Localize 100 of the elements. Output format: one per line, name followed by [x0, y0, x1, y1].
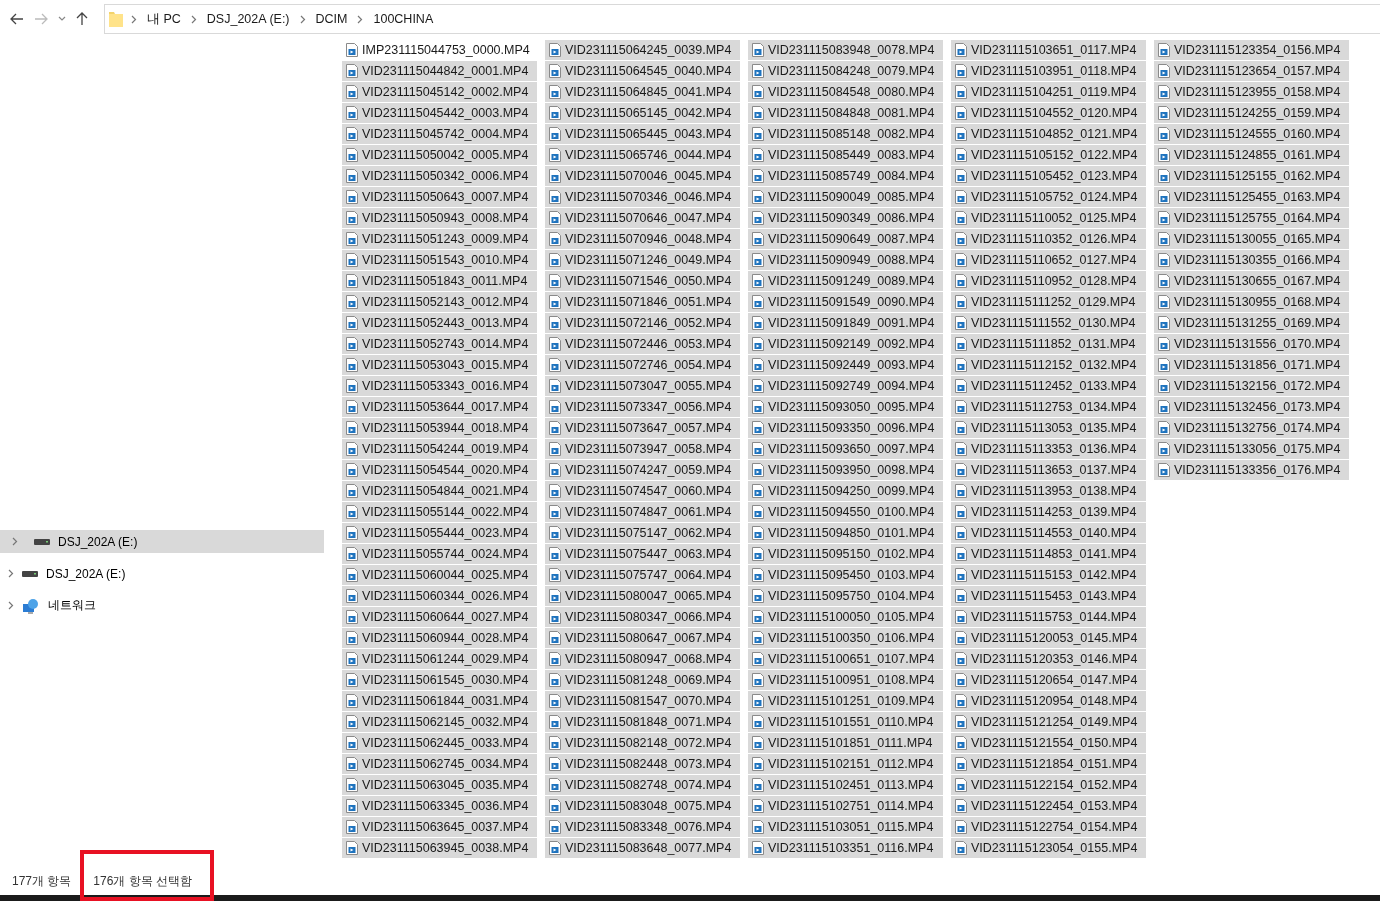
file-item[interactable]: VID231115113953_0138.MP4 [951, 481, 1146, 501]
file-item[interactable]: VID231115125155_0162.MP4 [1154, 166, 1349, 186]
file-item[interactable]: VID231115121254_0149.MP4 [951, 712, 1146, 732]
file-item[interactable]: VID231115131856_0171.MP4 [1154, 355, 1349, 375]
file-item[interactable]: VID231115125455_0163.MP4 [1154, 187, 1349, 207]
file-item[interactable]: VID231115074547_0060.MP4 [545, 481, 740, 501]
file-item[interactable]: VID231115083348_0076.MP4 [545, 817, 740, 837]
file-item[interactable]: VID231115091849_0091.MP4 [748, 313, 943, 333]
file-item[interactable]: VID231115060944_0028.MP4 [342, 628, 537, 648]
file-item[interactable]: VID231115085148_0082.MP4 [748, 124, 943, 144]
file-item[interactable]: VID231115130655_0167.MP4 [1154, 271, 1349, 291]
file-item[interactable]: VID231115090649_0087.MP4 [748, 229, 943, 249]
file-item[interactable]: VID231115092749_0094.MP4 [748, 376, 943, 396]
file-item[interactable]: VID231115065746_0044.MP4 [545, 145, 740, 165]
file-item[interactable]: VID231115061244_0029.MP4 [342, 649, 537, 669]
file-item[interactable]: VID231115102151_0112.MP4 [748, 754, 943, 774]
file-item[interactable]: VID231115084848_0081.MP4 [748, 103, 943, 123]
file-item[interactable]: VID231115115153_0142.MP4 [951, 565, 1146, 585]
file-item[interactable]: VID231115073647_0057.MP4 [545, 418, 740, 438]
file-item[interactable]: VID231115045742_0004.MP4 [342, 124, 537, 144]
file-item[interactable]: VID231115064845_0041.MP4 [545, 82, 740, 102]
file-item[interactable]: VID231115083648_0077.MP4 [545, 838, 740, 858]
file-item[interactable]: VID231115060044_0025.MP4 [342, 565, 537, 585]
file-item[interactable]: VID231115044842_0001.MP4 [342, 61, 537, 81]
file-item[interactable]: VID231115052143_0012.MP4 [342, 292, 537, 312]
file-item[interactable]: VID231115103951_0118.MP4 [951, 61, 1146, 81]
file-item[interactable]: VID231115062145_0032.MP4 [342, 712, 537, 732]
file-item[interactable]: VID231115103351_0116.MP4 [748, 838, 943, 858]
file-item[interactable]: VID231115045142_0002.MP4 [342, 82, 537, 102]
file-item[interactable]: VID231115105752_0124.MP4 [951, 187, 1146, 207]
file-item[interactable]: VID231115111852_0131.MP4 [951, 334, 1146, 354]
file-item[interactable]: VID231115132156_0172.MP4 [1154, 376, 1349, 396]
file-item[interactable]: VID231115115753_0144.MP4 [951, 607, 1146, 627]
file-item[interactable]: VID231115082148_0072.MP4 [545, 733, 740, 753]
file-item[interactable]: VID231115113053_0135.MP4 [951, 418, 1146, 438]
file-item[interactable]: VID231115095150_0102.MP4 [748, 544, 943, 564]
file-item[interactable]: VID231115110952_0128.MP4 [951, 271, 1146, 291]
file-item[interactable]: VID231115083048_0075.MP4 [545, 796, 740, 816]
file-item[interactable]: VID231115100350_0106.MP4 [748, 628, 943, 648]
file-item[interactable]: VID231115124555_0160.MP4 [1154, 124, 1349, 144]
file-item[interactable]: VID231115050042_0005.MP4 [342, 145, 537, 165]
breadcrumb-item[interactable]: DSJ_202A (E:) [204, 12, 292, 26]
navigation-item[interactable]: DSJ_202A (E:) [0, 562, 324, 585]
file-item[interactable]: VID231115104552_0120.MP4 [951, 103, 1146, 123]
file-item[interactable]: VID231115092149_0092.MP4 [748, 334, 943, 354]
file-item[interactable]: VID231115063945_0038.MP4 [342, 838, 537, 858]
file-item[interactable]: VID231115100651_0107.MP4 [748, 649, 943, 669]
address-bar[interactable]: 내 PC DSJ_202A (E:) DCIM 100CHINA [104, 4, 1380, 34]
file-item[interactable]: VID231115053644_0017.MP4 [342, 397, 537, 417]
file-item[interactable]: VID231115120654_0147.MP4 [951, 670, 1146, 690]
file-item[interactable]: VID231115093050_0095.MP4 [748, 397, 943, 417]
file-item[interactable]: VID231115090349_0086.MP4 [748, 208, 943, 228]
file-item[interactable]: VID231115124855_0161.MP4 [1154, 145, 1349, 165]
file-item[interactable]: VID231115095450_0103.MP4 [748, 565, 943, 585]
file-item[interactable]: VID231115073947_0058.MP4 [545, 439, 740, 459]
file-item[interactable]: VID231115063645_0037.MP4 [342, 817, 537, 837]
file-item[interactable]: VID231115060344_0026.MP4 [342, 586, 537, 606]
file-item[interactable]: VID231115124255_0159.MP4 [1154, 103, 1349, 123]
file-item[interactable]: VID231115101851_0111.MP4 [748, 733, 943, 753]
file-item[interactable]: VID231115120954_0148.MP4 [951, 691, 1146, 711]
file-item[interactable]: VID231115073347_0056.MP4 [545, 397, 740, 417]
file-item[interactable]: VID231115072446_0053.MP4 [545, 334, 740, 354]
file-item[interactable]: VID231115105452_0123.MP4 [951, 166, 1146, 186]
file-item[interactable]: VID231115101251_0109.MP4 [748, 691, 943, 711]
file-item[interactable]: VID231115090049_0085.MP4 [748, 187, 943, 207]
file-item[interactable]: VID231115053043_0015.MP4 [342, 355, 537, 375]
file-item[interactable]: VID231115115453_0143.MP4 [951, 586, 1146, 606]
file-item[interactable]: VID231115072146_0052.MP4 [545, 313, 740, 333]
file-item[interactable]: VID231115095750_0104.MP4 [748, 586, 943, 606]
file-item[interactable]: VID231115122454_0153.MP4 [951, 796, 1146, 816]
file-item[interactable]: VID231115052443_0013.MP4 [342, 313, 537, 333]
file-item[interactable]: VID231115113653_0137.MP4 [951, 460, 1146, 480]
file-item[interactable]: VID231115065145_0042.MP4 [545, 103, 740, 123]
file-item[interactable]: VID231115120353_0146.MP4 [951, 649, 1146, 669]
file-item[interactable]: VID231115123054_0155.MP4 [951, 838, 1146, 858]
breadcrumb-item[interactable]: DCIM [313, 12, 350, 26]
file-item[interactable]: VID231115050943_0008.MP4 [342, 208, 537, 228]
up-button[interactable] [74, 10, 90, 28]
file-item[interactable]: VID231115091249_0089.MP4 [748, 271, 943, 291]
navigation-item[interactable]: 네트워크 [0, 594, 324, 617]
file-item[interactable]: VID231115045442_0003.MP4 [342, 103, 537, 123]
file-item[interactable]: VID231115093950_0098.MP4 [748, 460, 943, 480]
file-item[interactable]: VID231115074847_0061.MP4 [545, 502, 740, 522]
file-item[interactable]: VID231115110052_0125.MP4 [951, 208, 1146, 228]
file-item[interactable]: VID231115104251_0119.MP4 [951, 82, 1146, 102]
file-item[interactable]: VID231115084548_0080.MP4 [748, 82, 943, 102]
file-item[interactable]: VID231115080647_0067.MP4 [545, 628, 740, 648]
file-item[interactable]: VID231115063045_0035.MP4 [342, 775, 537, 795]
file-item[interactable]: VID231115055444_0023.MP4 [342, 523, 537, 543]
file-item[interactable]: VID231115081248_0069.MP4 [545, 670, 740, 690]
file-item[interactable]: VID231115133356_0176.MP4 [1154, 460, 1349, 480]
file-item[interactable]: VID231115121554_0150.MP4 [951, 733, 1146, 753]
file-item[interactable]: VID231115130355_0166.MP4 [1154, 250, 1349, 270]
file-item[interactable]: VID231115131556_0170.MP4 [1154, 334, 1349, 354]
file-item[interactable]: VID231115103651_0117.MP4 [951, 40, 1146, 60]
file-item[interactable]: VID231115105152_0122.MP4 [951, 145, 1146, 165]
file-item[interactable]: VID231115082448_0073.MP4 [545, 754, 740, 774]
file-item[interactable]: VID231115094250_0099.MP4 [748, 481, 943, 501]
file-item[interactable]: VID231115100050_0105.MP4 [748, 607, 943, 627]
file-item[interactable]: VID231115101551_0110.MP4 [748, 712, 943, 732]
